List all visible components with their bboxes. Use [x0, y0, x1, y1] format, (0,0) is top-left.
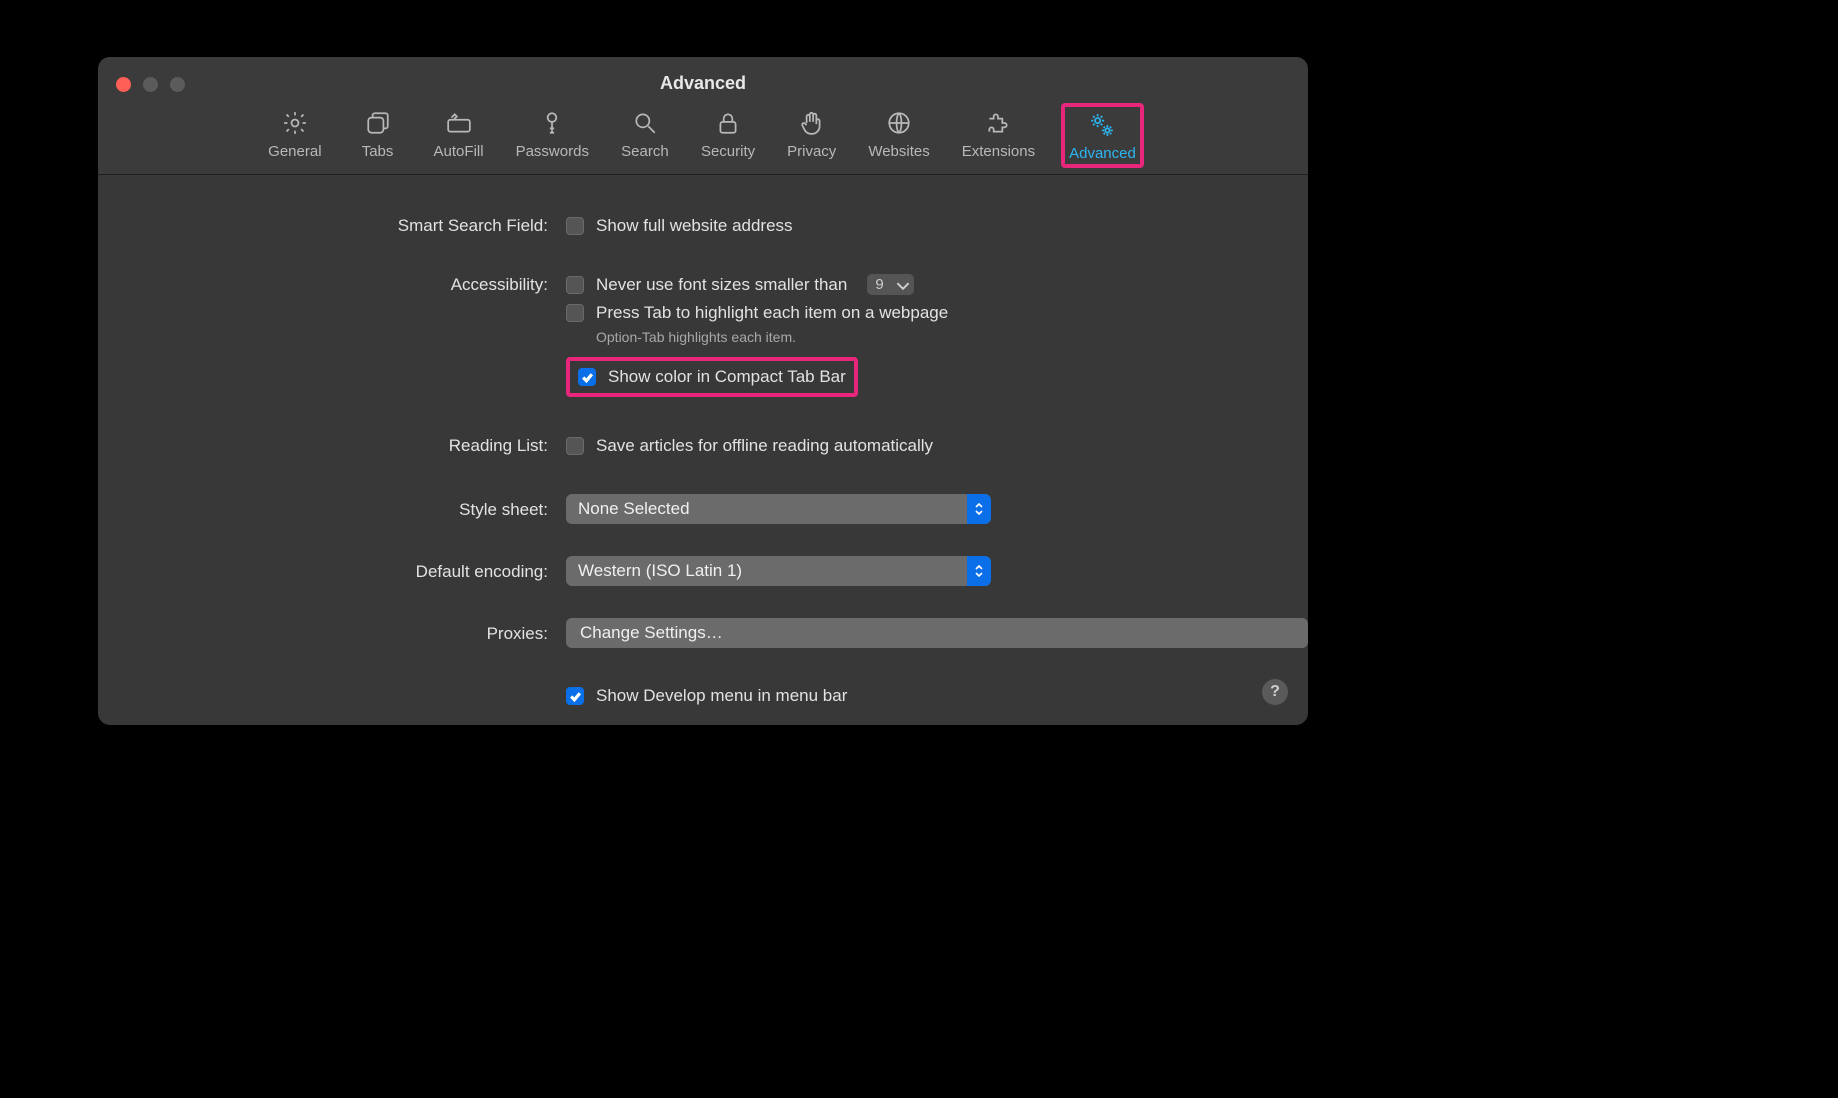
label-empty: [98, 696, 548, 697]
hand-icon: [798, 109, 826, 137]
content-pane: Smart Search Field: Show full website ad…: [98, 175, 1308, 725]
key-icon: [538, 109, 566, 137]
select-default-encoding[interactable]: Western (ISO Latin 1): [566, 556, 991, 586]
gears-icon: [1088, 111, 1116, 139]
option-text: Show full website address: [596, 216, 793, 236]
preferences-toolbar: General Tabs AutoFill Passwords: [98, 103, 1308, 168]
window-title: Advanced: [98, 73, 1308, 94]
toolbar-label: Tabs: [362, 143, 394, 160]
checkbox-never-font-smaller[interactable]: [566, 276, 584, 294]
highlight-show-color-compact: Show color in Compact Tab Bar: [566, 357, 858, 397]
toolbar-tab-search[interactable]: Search: [615, 103, 675, 168]
toolbar-tab-security[interactable]: Security: [695, 103, 761, 168]
option-show-develop[interactable]: Show Develop menu in menu bar: [566, 686, 1308, 706]
toolbar-tab-privacy[interactable]: Privacy: [781, 103, 842, 168]
gear-icon: [281, 109, 309, 137]
help-label: ?: [1270, 683, 1280, 701]
chevron-down-icon[interactable]: [896, 278, 910, 292]
checkbox-show-color-compact[interactable]: [578, 368, 596, 386]
checkbox-show-develop[interactable]: [566, 687, 584, 705]
toolbar-label: Privacy: [787, 143, 836, 160]
toolbar-label: Passwords: [516, 143, 589, 160]
font-size-value: 9: [871, 276, 887, 293]
option-text: Show Develop menu in menu bar: [596, 686, 847, 706]
select-value: Western (ISO Latin 1): [578, 561, 742, 581]
toolbar-tab-advanced[interactable]: Advanced: [1061, 103, 1144, 168]
toolbar-tab-websites[interactable]: Websites: [862, 103, 935, 168]
option-show-color-compact[interactable]: Show color in Compact Tab Bar: [578, 367, 846, 387]
puzzle-icon: [984, 109, 1012, 137]
toolbar-label: AutoFill: [434, 143, 484, 160]
toolbar-label: Search: [621, 143, 669, 160]
option-save-offline[interactable]: Save articles for offline reading automa…: [566, 436, 1308, 456]
option-text: Never use font sizes smaller than: [596, 275, 847, 295]
toolbar-tab-general[interactable]: General: [262, 103, 327, 168]
label-proxies: Proxies:: [98, 623, 548, 644]
preferences-window: Advanced General Tabs AutoFill: [98, 57, 1308, 725]
updown-icon: [967, 556, 991, 586]
updown-icon: [967, 494, 991, 524]
globe-icon: [885, 109, 913, 137]
pencil-box-icon: [445, 109, 473, 137]
toolbar-tab-autofill[interactable]: AutoFill: [428, 103, 490, 168]
toolbar-label: General: [268, 143, 321, 160]
toolbar-label: Security: [701, 143, 755, 160]
toolbar-tab-passwords[interactable]: Passwords: [510, 103, 595, 168]
toolbar-tab-tabs[interactable]: Tabs: [348, 103, 408, 168]
magnify-icon: [631, 109, 659, 137]
label-default-encoding: Default encoding:: [98, 561, 548, 582]
option-show-full-address[interactable]: Show full website address: [566, 216, 1308, 236]
toolbar-label: Websites: [868, 143, 929, 160]
lock-icon: [714, 109, 742, 137]
help-button[interactable]: ?: [1262, 679, 1288, 705]
change-settings-button[interactable]: Change Settings…: [566, 618, 1308, 648]
toolbar-label: Advanced: [1069, 145, 1136, 162]
checkbox-save-offline[interactable]: [566, 437, 584, 455]
option-text: Press Tab to highlight each item on a we…: [596, 303, 948, 323]
option-text: Show color in Compact Tab Bar: [608, 367, 846, 387]
toolbar-tab-extensions[interactable]: Extensions: [956, 103, 1041, 168]
toolbar-label: Extensions: [962, 143, 1035, 160]
tabs-icon: [364, 109, 392, 137]
option-text: Save articles for offline reading automa…: [596, 436, 933, 456]
label-style-sheet: Style sheet:: [98, 499, 548, 520]
option-never-font-smaller[interactable]: Never use font sizes smaller than 9: [566, 274, 1308, 295]
option-press-tab[interactable]: Press Tab to highlight each item on a we…: [566, 303, 1308, 323]
titlebar: Advanced General Tabs AutoFill: [98, 57, 1308, 175]
select-style-sheet[interactable]: None Selected: [566, 494, 991, 524]
checkbox-show-full-address[interactable]: [566, 217, 584, 235]
label-accessibility: Accessibility:: [98, 274, 548, 295]
label-reading-list: Reading List:: [98, 435, 548, 456]
option-tab-hint: Option-Tab highlights each item.: [596, 329, 1308, 345]
font-size-stepper[interactable]: 9: [867, 274, 913, 295]
checkbox-press-tab[interactable]: [566, 304, 584, 322]
label-smart-search: Smart Search Field:: [98, 215, 548, 236]
select-value: None Selected: [578, 499, 690, 519]
button-label: Change Settings…: [580, 623, 723, 643]
